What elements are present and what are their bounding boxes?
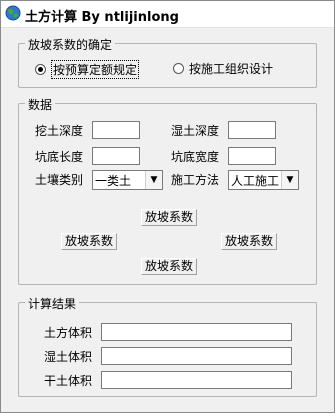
dig-depth-label: 挖土深度 (35, 124, 84, 138)
wet-depth-input[interactable] (228, 121, 276, 139)
result-group: 计算结果 土方体积 湿土体积 干土体积 (18, 295, 317, 397)
wet-depth-label: 湿土深度 (171, 124, 220, 138)
wet-volume-label: 湿土体积 (44, 350, 93, 364)
dry-volume-output[interactable] (101, 371, 292, 389)
radio-budget-quota-label[interactable]: 按预算定额规定 (51, 60, 140, 79)
pit-width-label: 坑底宽度 (171, 150, 220, 164)
radio-construction-design-label[interactable]: 按施工组织设计 (189, 60, 273, 77)
slope-coef-top: 放坡系数 (141, 209, 198, 226)
result-legend: 计算结果 (25, 295, 80, 312)
slope-method-group: 放坡系数的确定 按预算定额规定 按施工组织设计 (18, 36, 317, 88)
soil-type-select[interactable]: 一类土 ▼ (92, 170, 163, 190)
earth-volume-label: 土方体积 (44, 326, 93, 340)
radio-construction-design[interactable]: 按施工组织设计 (173, 60, 273, 77)
chevron-down-icon[interactable]: ▼ (281, 171, 298, 189)
window-title: 土方计算 By ntlijinlong (25, 10, 179, 25)
title-bar[interactable]: 土方计算 By ntlijinlong (1, 1, 334, 28)
method-select[interactable]: 人工施工 ▼ (228, 170, 299, 190)
radio-budget-quota-indicator[interactable] (35, 64, 46, 75)
globe-icon (5, 5, 21, 21)
soil-type-label: 土壤类别 (35, 173, 84, 187)
wet-volume-output[interactable] (101, 347, 292, 365)
radio-budget-quota[interactable]: 按预算定额规定 (35, 60, 140, 79)
earth-volume-output[interactable] (101, 323, 292, 341)
dry-volume-label: 干土体积 (44, 374, 93, 388)
data-legend: 数据 (25, 96, 56, 113)
slope-coef-bottom: 放坡系数 (141, 258, 198, 275)
app-window: 土方计算 By ntlijinlong 放坡系数的确定 按预算定额规定 按施工组… (0, 0, 335, 413)
method-label: 施工方法 (171, 173, 220, 187)
radio-construction-design-indicator[interactable] (173, 63, 184, 74)
slope-coef-right: 放坡系数 (221, 233, 278, 250)
pit-length-label: 坑底长度 (35, 150, 84, 164)
slope-method-legend: 放坡系数的确定 (25, 36, 116, 53)
soil-type-value: 一类土 (95, 173, 132, 188)
method-value: 人工施工 (231, 173, 280, 188)
data-group: 数据 挖土深度 湿土深度 坑底长度 坑底宽度 土壤类别 一类土 ▼ 施工方法 人… (18, 96, 317, 285)
pit-length-input[interactable] (92, 147, 140, 165)
slope-coef-left: 放坡系数 (61, 233, 118, 250)
pit-width-input[interactable] (228, 147, 276, 165)
chevron-down-icon[interactable]: ▼ (145, 171, 162, 189)
dig-depth-input[interactable] (92, 121, 140, 139)
